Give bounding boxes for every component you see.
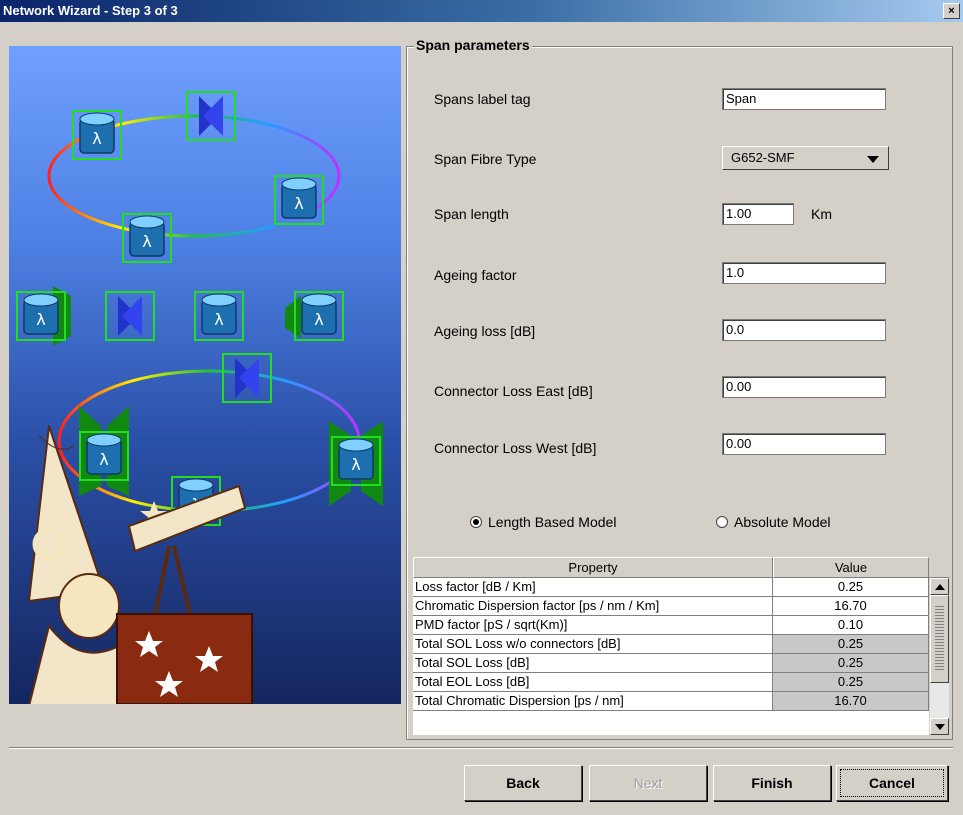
connector-loss-west-label: Connector Loss West [dB] bbox=[434, 440, 597, 456]
property-cell: Total SOL Loss w/o connectors [dB] bbox=[413, 635, 773, 654]
scroll-thumb[interactable] bbox=[930, 595, 949, 683]
window-title-bar[interactable]: Network Wizard - Step 3 of 3 × bbox=[0, 0, 963, 22]
scroll-down-button[interactable] bbox=[930, 718, 949, 735]
absolute-model-label: Absolute Model bbox=[734, 514, 831, 530]
connector-loss-west-input[interactable]: 0.00 bbox=[722, 433, 886, 455]
length-based-model-label: Length Based Model bbox=[488, 514, 617, 530]
column-header-value[interactable]: Value bbox=[773, 557, 929, 578]
column-header-property[interactable]: Property bbox=[413, 557, 773, 578]
table-header: Property Value bbox=[413, 557, 929, 578]
arrow-up-icon bbox=[935, 584, 945, 590]
table-row[interactable]: Total Chromatic Dispersion [ps / nm] 16.… bbox=[413, 692, 929, 711]
scroll-up-button[interactable] bbox=[930, 578, 949, 595]
span-length-unit: Km bbox=[811, 206, 832, 222]
window-title: Network Wizard - Step 3 of 3 bbox=[3, 3, 178, 18]
connector-loss-east-label: Connector Loss East [dB] bbox=[434, 383, 593, 399]
properties-table: Property Value Loss factor [dB / Km] 0.2… bbox=[413, 557, 929, 735]
property-cell: Total EOL Loss [dB] bbox=[413, 673, 773, 692]
value-cell: 0.25 bbox=[773, 673, 929, 692]
span-fibre-type-select[interactable]: G652-SMF bbox=[722, 146, 889, 170]
ageing-factor-input[interactable]: 1.0 bbox=[722, 262, 886, 284]
table-row[interactable]: Loss factor [dB / Km] 0.25 bbox=[413, 578, 929, 597]
table-row[interactable]: Chromatic Dispersion factor [ps / nm / K… bbox=[413, 597, 929, 616]
spans-label-tag-input[interactable]: Span bbox=[722, 88, 886, 110]
table-row[interactable]: Total SOL Loss [dB] 0.25 bbox=[413, 654, 929, 673]
ageing-factor-label: Ageing factor bbox=[434, 267, 517, 283]
finish-button[interactable]: Finish bbox=[713, 765, 831, 801]
value-cell[interactable]: 16.70 bbox=[773, 597, 929, 616]
length-based-model-radio[interactable]: Length Based Model bbox=[470, 514, 616, 530]
value-cell: 0.25 bbox=[773, 654, 929, 673]
span-length-label: Span length bbox=[434, 206, 509, 222]
close-icon[interactable]: × bbox=[943, 3, 960, 19]
spans-label-tag-label: Spans label tag bbox=[434, 91, 531, 107]
table-row[interactable]: PMD factor [pS / sqrt(Km)] 0.10 bbox=[413, 616, 929, 635]
radio-selected-icon[interactable] bbox=[470, 516, 482, 528]
value-cell: 16.70 bbox=[773, 692, 929, 711]
back-button[interactable]: Back bbox=[464, 765, 582, 801]
network-wizard-artwork: λ bbox=[16, 91, 383, 704]
value-cell: 0.25 bbox=[773, 635, 929, 654]
table-scrollbar[interactable] bbox=[930, 578, 949, 735]
chevron-down-icon[interactable] bbox=[867, 156, 879, 163]
span-fibre-type-label: Span Fibre Type bbox=[434, 151, 537, 167]
arrow-down-icon bbox=[935, 724, 945, 730]
property-cell: Total SOL Loss [dB] bbox=[413, 654, 773, 673]
table-row[interactable]: Total SOL Loss w/o connectors [dB] 0.25 bbox=[413, 635, 929, 654]
wizard-illustration: λ bbox=[9, 46, 401, 704]
table-row[interactable]: Total EOL Loss [dB] 0.25 bbox=[413, 673, 929, 692]
property-cell: Total Chromatic Dispersion [ps / nm] bbox=[413, 692, 773, 711]
cancel-button[interactable]: Cancel bbox=[836, 765, 948, 801]
property-cell: Loss factor [dB / Km] bbox=[413, 578, 773, 597]
ageing-loss-input[interactable]: 0.0 bbox=[722, 319, 886, 341]
group-title: Span parameters bbox=[414, 37, 532, 53]
span-length-input[interactable]: 1.00 bbox=[722, 203, 794, 225]
value-cell[interactable]: 0.10 bbox=[773, 616, 929, 635]
property-cell: Chromatic Dispersion factor [ps / nm / K… bbox=[413, 597, 773, 616]
span-fibre-type-value: G652-SMF bbox=[731, 150, 795, 165]
next-button: Next bbox=[589, 765, 707, 801]
absolute-model-radio[interactable]: Absolute Model bbox=[716, 514, 831, 530]
table-header-corner bbox=[929, 557, 949, 578]
property-cell: PMD factor [pS / sqrt(Km)] bbox=[413, 616, 773, 635]
connector-loss-east-input[interactable]: 0.00 bbox=[722, 376, 886, 398]
radio-unselected-icon[interactable] bbox=[716, 516, 728, 528]
button-separator bbox=[9, 747, 953, 749]
value-cell[interactable]: 0.25 bbox=[773, 578, 929, 597]
ageing-loss-label: Ageing loss [dB] bbox=[434, 323, 536, 339]
